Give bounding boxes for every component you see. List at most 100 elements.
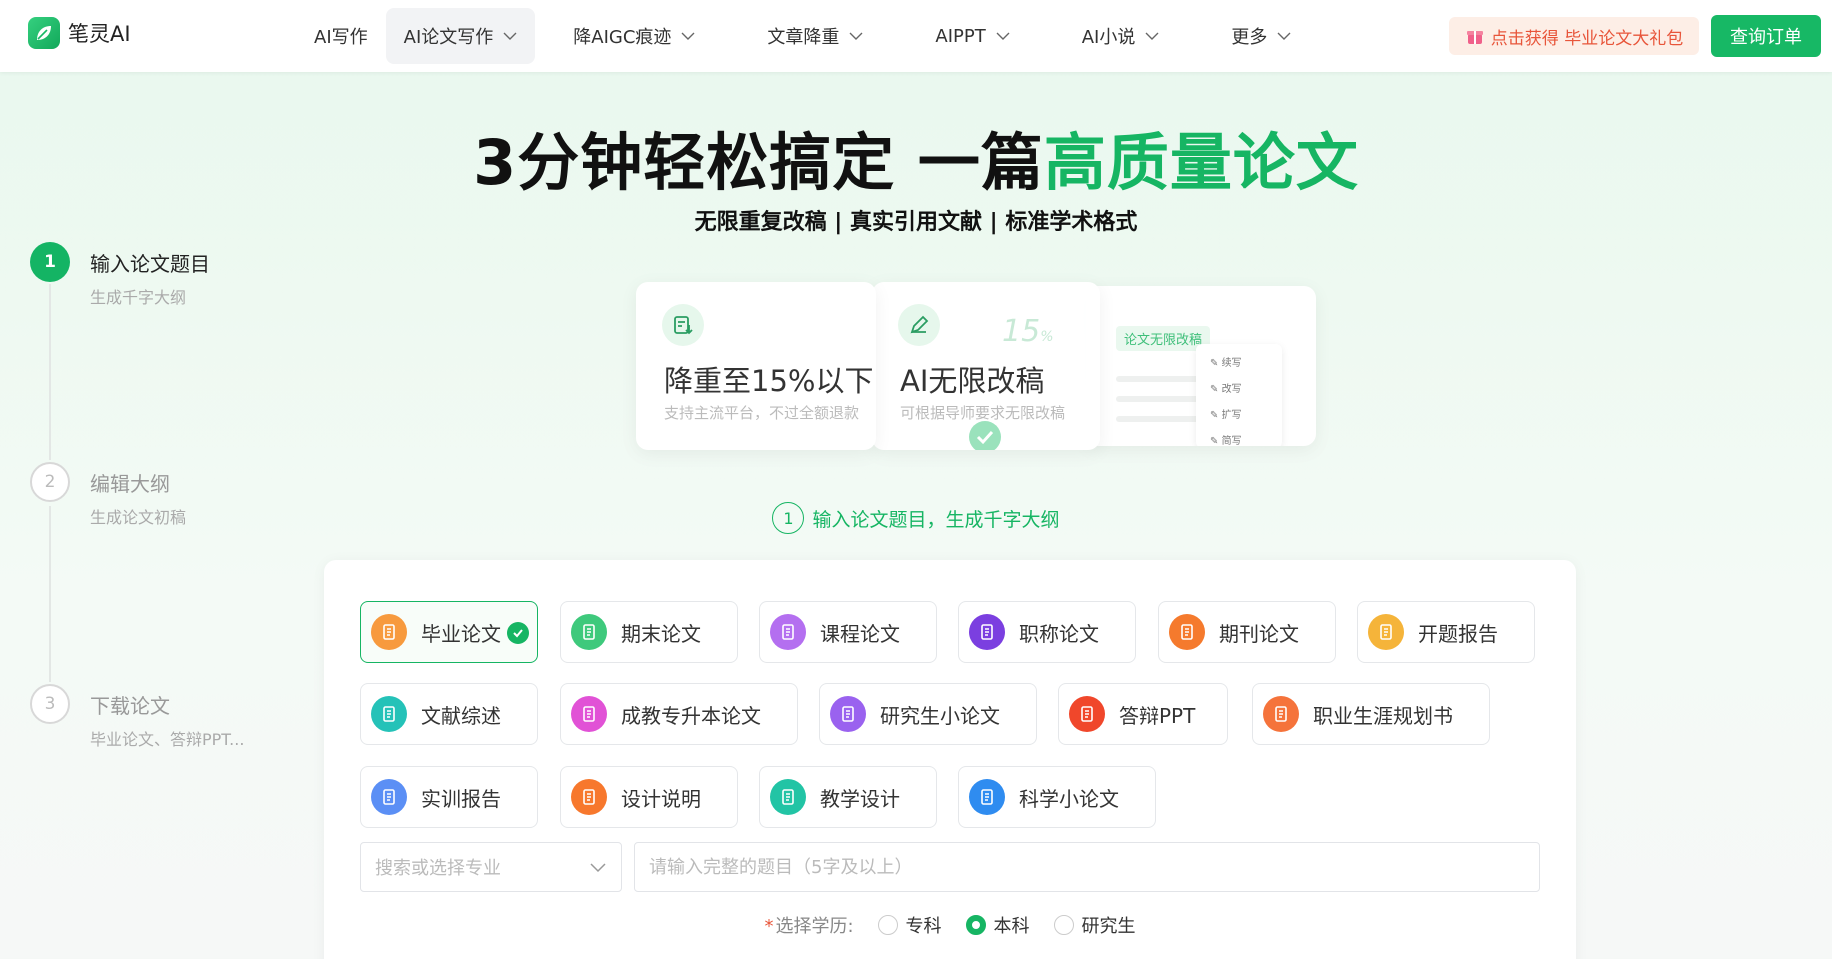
radio-label: 本科 bbox=[993, 916, 1030, 937]
nav-more[interactable]: 更多 bbox=[1213, 8, 1309, 64]
paper-type-panel: 毕业论文 期末论文 课程论文 职称论文 期刊论文 开题报告文献综述 成教专升本论文 研究生小论… bbox=[324, 560, 1576, 959]
feature-cards: 论文无限改稿 ✎ 续写 ✎ 改写 ✎ 扩写 ✎ 简写 15% AI无限改稿 可根… bbox=[636, 282, 1316, 452]
main-nav: AI写作 AI论文写作 降AIGC痕迹 文章降重 AIPPT AI小说 更多 bbox=[296, 8, 1309, 64]
nav-aippt[interactable]: AIPPT bbox=[917, 8, 1027, 64]
nav-label: AI小说 bbox=[1081, 27, 1136, 48]
edu-option-bachelor[interactable]: 本科 bbox=[965, 912, 1030, 938]
step-desc: 毕业论文、答辩PPT... bbox=[90, 730, 245, 749]
step-desc: 生成千字大纲 bbox=[90, 288, 187, 307]
paper-type-label: 实训报告 bbox=[421, 786, 501, 811]
major-select[interactable]: 搜索或选择专业 bbox=[360, 842, 622, 892]
paper-type-button[interactable]: 课程论文 bbox=[759, 601, 937, 663]
document-download-icon bbox=[662, 304, 704, 346]
hero-title-green: 高质量论文 bbox=[1043, 126, 1359, 199]
nav-ai-novel[interactable]: AI小说 bbox=[1064, 8, 1178, 64]
paper-type-button[interactable]: 设计说明 bbox=[560, 766, 738, 828]
mini-menu-item: ✎ 续写 bbox=[1210, 358, 1242, 369]
paper-type-button[interactable]: 研究生小论文 bbox=[819, 683, 1037, 745]
paper-type-icon bbox=[770, 614, 806, 650]
paper-type-icon bbox=[371, 779, 407, 815]
nav-reduce-aigc[interactable]: 降AIGC痕迹 bbox=[555, 8, 713, 64]
radio-button[interactable] bbox=[1053, 915, 1074, 935]
paper-type-button[interactable]: 职称论文 bbox=[958, 601, 1136, 663]
paper-type-button[interactable]: 实训报告 bbox=[360, 766, 538, 828]
paper-type-icon bbox=[969, 614, 1005, 650]
step-connector bbox=[49, 284, 51, 460]
paper-type-icon bbox=[830, 696, 866, 732]
paper-type-icon bbox=[770, 779, 806, 815]
paper-type-button[interactable]: 开题报告 bbox=[1357, 601, 1535, 663]
chevron-down-icon bbox=[1277, 32, 1291, 40]
chevron-down-icon bbox=[681, 32, 695, 40]
nav-label: AI写作 bbox=[314, 27, 368, 48]
feature-card-reduce-duplicate: 降重至15%以下 支持主流平台，不过全额退款 bbox=[636, 282, 876, 450]
paper-type-button[interactable]: 毕业论文 bbox=[360, 601, 538, 663]
edu-option-junior-college[interactable]: 专科 bbox=[877, 912, 942, 938]
paper-type-label: 研究生小论文 bbox=[880, 703, 1000, 728]
feature-card-unlimited-revise: 论文无限改稿 ✎ 续写 ✎ 改写 ✎ 扩写 ✎ 简写 bbox=[1086, 286, 1316, 446]
leaf-logo-icon bbox=[28, 17, 60, 49]
query-order-button[interactable]: 查询订单 bbox=[1711, 15, 1821, 57]
chevron-down-icon bbox=[849, 32, 863, 40]
paper-type-button[interactable]: 职业生涯规划书 bbox=[1252, 683, 1490, 745]
paper-type-icon bbox=[371, 614, 407, 650]
required-mark: * bbox=[764, 916, 774, 937]
nav-label: AI论文写作 bbox=[403, 27, 494, 48]
decor-percent: 15% bbox=[1002, 314, 1054, 349]
paper-type-label: 毕业论文 bbox=[421, 621, 501, 646]
nav-article-rewrite[interactable]: 文章降重 bbox=[749, 8, 881, 64]
paper-type-button[interactable]: 教学设计 bbox=[759, 766, 937, 828]
paper-type-label: 科学小论文 bbox=[1019, 786, 1119, 811]
mini-menu-label: 简写 bbox=[1221, 436, 1242, 446]
education-selector: * 选择学历: 专科 本科 研究生 bbox=[324, 912, 1576, 938]
edu-option-graduate[interactable]: 研究生 bbox=[1053, 912, 1136, 938]
paper-type-label: 文献综述 bbox=[421, 703, 501, 728]
paper-type-label: 答辩PPT bbox=[1119, 703, 1196, 728]
paper-type-button[interactable]: 文献综述 bbox=[360, 683, 538, 745]
topic-input[interactable] bbox=[634, 842, 1540, 892]
hero-title: 3分钟轻松搞定 一篇高质量论文 bbox=[0, 112, 1832, 202]
feature-desc: 支持主流平台，不过全额退款 bbox=[664, 404, 860, 422]
current-step-hint: 1 输入论文题目，生成千字大纲 bbox=[0, 502, 1832, 534]
paper-type-label: 教学设计 bbox=[820, 786, 900, 811]
paper-type-label: 职业生涯规划书 bbox=[1313, 703, 1453, 728]
radio-button[interactable] bbox=[965, 915, 986, 935]
radio-button[interactable] bbox=[877, 915, 898, 935]
paper-type-icon bbox=[1069, 696, 1105, 732]
education-label: * 选择学历: bbox=[764, 912, 853, 938]
brand-name: 笔灵AI bbox=[68, 22, 131, 46]
education-label-text: 选择学历: bbox=[775, 916, 854, 937]
brand-logo[interactable]: 笔灵AI bbox=[28, 17, 131, 49]
chevron-down-icon bbox=[1145, 32, 1159, 40]
hint-text: 输入论文题目，生成千字大纲 bbox=[812, 508, 1060, 531]
paper-type-button[interactable]: 期刊论文 bbox=[1158, 601, 1336, 663]
paper-type-button[interactable]: 期末论文 bbox=[560, 601, 738, 663]
decor-percent-unit: % bbox=[1040, 329, 1054, 345]
nav-label: 更多 bbox=[1231, 27, 1268, 48]
paper-type-button[interactable]: 成教专升本论文 bbox=[560, 683, 798, 745]
radio-label: 研究生 bbox=[1081, 916, 1136, 937]
mini-menu-label: 扩写 bbox=[1221, 410, 1242, 421]
feature-card-ai-revise: 15% AI无限改稿 可根据导师要求无限改稿 bbox=[872, 282, 1100, 450]
paper-type-icon bbox=[969, 779, 1005, 815]
step-number: 3 bbox=[30, 684, 70, 724]
nav-label: 降AIGC痕迹 bbox=[573, 27, 672, 48]
gift-label: 点击获得 毕业论文大礼包 bbox=[1490, 28, 1684, 49]
mini-menu-label: 续写 bbox=[1221, 358, 1242, 369]
nav-ai-writing[interactable]: AI写作 bbox=[296, 8, 386, 64]
paper-type-icon bbox=[571, 614, 607, 650]
paper-type-button[interactable]: 答辩PPT bbox=[1058, 683, 1228, 745]
paper-type-label: 职称论文 bbox=[1019, 621, 1099, 646]
paper-type-label: 成教专升本论文 bbox=[621, 703, 761, 728]
chevron-down-icon bbox=[590, 863, 606, 873]
step-number: 2 bbox=[30, 462, 70, 502]
paper-type-icon bbox=[571, 779, 607, 815]
hero-title-black: 3分钟轻松搞定 一篇 bbox=[473, 126, 1044, 199]
check-circle-icon bbox=[969, 421, 1001, 450]
graduation-gift-button[interactable]: 点击获得 毕业论文大礼包 bbox=[1449, 17, 1699, 55]
paper-type-button[interactable]: 科学小论文 bbox=[958, 766, 1156, 828]
paper-type-label: 期刊论文 bbox=[1219, 621, 1299, 646]
nav-label: 文章降重 bbox=[767, 27, 840, 48]
mini-menu-label: 改写 bbox=[1221, 384, 1242, 395]
nav-ai-paper-writing[interactable]: AI论文写作 bbox=[385, 8, 536, 64]
